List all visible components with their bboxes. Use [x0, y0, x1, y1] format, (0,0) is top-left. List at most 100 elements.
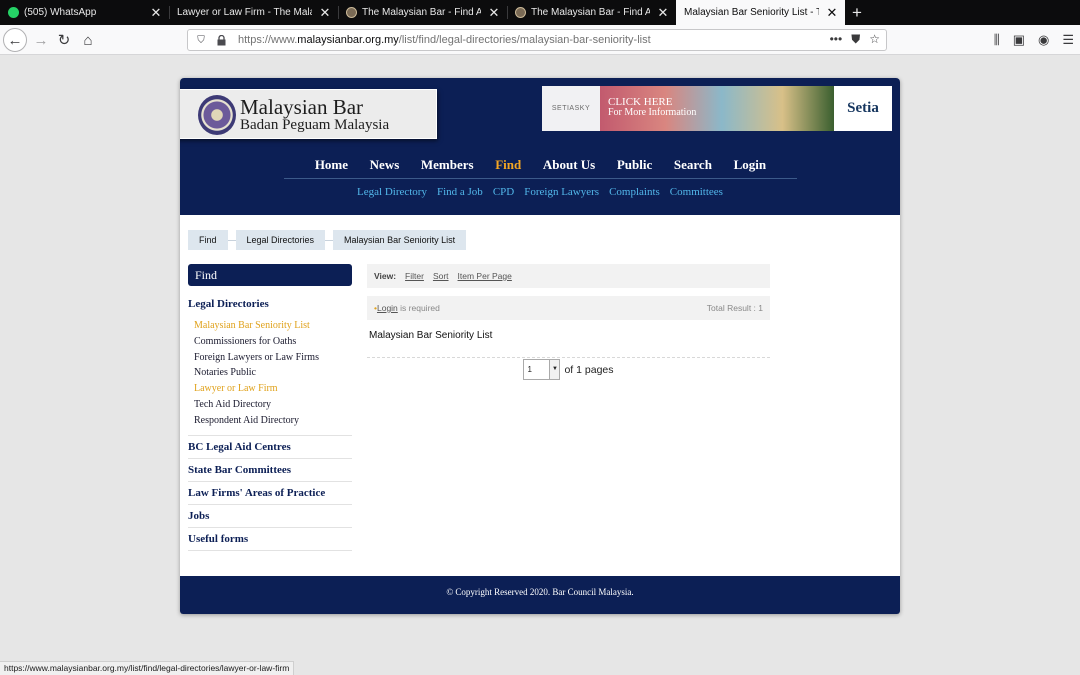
- sidebar-category-legal-aid[interactable]: BC Legal Aid Centres: [188, 434, 352, 458]
- bar-seal-icon: [198, 95, 236, 135]
- site-footer: © Copyright Reserved 2020. Bar Council M…: [180, 576, 900, 614]
- lock-icon[interactable]: [214, 33, 228, 47]
- sidebar-item-seniority-list[interactable]: Malaysian Bar Seniority List: [194, 318, 352, 334]
- banner-brand-left: SETIASKY: [542, 86, 600, 131]
- chevron-down-icon: ▼: [549, 360, 560, 379]
- subnav-find-a-job[interactable]: Find a Job: [437, 186, 483, 198]
- menu-icon[interactable]: ☰: [1062, 32, 1074, 48]
- nav-about-us[interactable]: About Us: [543, 157, 595, 178]
- nav-search[interactable]: Search: [674, 157, 712, 178]
- banner-brand-right: Setia: [834, 86, 892, 131]
- sidebar-item-lawyer-or-law-firm[interactable]: Lawyer or Law Firm: [194, 381, 352, 397]
- close-icon[interactable]: ✕: [656, 6, 670, 19]
- sidebar-category-state-bar[interactable]: State Bar Committees: [188, 457, 352, 481]
- whatsapp-icon: [8, 7, 19, 18]
- sidebar-category-useful-forms[interactable]: Useful forms: [188, 527, 352, 551]
- star-icon[interactable]: ☆: [869, 32, 880, 47]
- close-icon[interactable]: ✕: [487, 6, 501, 19]
- sub-nav: Legal Directory Find a Job CPD Foreign L…: [180, 186, 900, 198]
- main-content: View: Filter Sort Item Per Page •Login i…: [367, 264, 770, 380]
- sidebar-icon[interactable]: ▣: [1013, 32, 1025, 48]
- sidebar-item-foreign-lawyers[interactable]: Foreign Lawyers or Law Firms: [194, 350, 352, 366]
- address-bar[interactable]: ⛉ https://www.malaysianbar.org.my/list/f…: [187, 29, 887, 51]
- pagination: 1 ▼ of 1 pages: [367, 359, 770, 380]
- url-text: https://www.malaysianbar.org.my/list/fin…: [238, 34, 651, 46]
- items-per-page-link[interactable]: Item Per Page: [458, 271, 512, 281]
- more-dots-icon[interactable]: •••: [830, 32, 843, 47]
- subnav-foreign-lawyers[interactable]: Foreign Lawyers: [524, 186, 599, 198]
- breadcrumb-seniority-list[interactable]: Malaysian Bar Seniority List: [333, 230, 467, 250]
- nav-find[interactable]: Find: [495, 157, 521, 178]
- total-result: Total Result : 1: [706, 303, 763, 313]
- sidebar-item-tech-aid[interactable]: Tech Aid Directory: [194, 397, 352, 413]
- back-arrow-icon[interactable]: ←: [3, 28, 27, 52]
- tab-title: Malaysian Bar Seniority List - The M: [684, 7, 819, 18]
- site-header: Malaysian Bar Badan Peguam Malaysia SETI…: [180, 78, 900, 215]
- breadcrumb-separator: [325, 239, 334, 241]
- main-nav: Home News Members Find About Us Public S…: [284, 157, 797, 179]
- account-icon[interactable]: ◉: [1038, 32, 1049, 48]
- page-count: of 1 pages: [564, 363, 614, 376]
- sidebar-item-notaries-public[interactable]: Notaries Public: [194, 365, 352, 381]
- close-icon[interactable]: ✕: [318, 6, 332, 19]
- breadcrumb-separator: [227, 239, 236, 241]
- library-icon[interactable]: ⫼: [994, 32, 1000, 48]
- malaysian-bar-icon: [515, 7, 526, 18]
- sidebar-category-jobs[interactable]: Jobs: [188, 504, 352, 527]
- tab-find-a-lawyer-2[interactable]: The Malaysian Bar - Find A Law ✕: [507, 0, 676, 25]
- toolbar-right: ⫼ ▣ ◉ ☰: [994, 32, 1074, 48]
- sidebar: Find Legal Directories Malaysian Bar Sen…: [188, 264, 352, 551]
- view-label: View:: [374, 271, 397, 281]
- tab-whatsapp[interactable]: (505) WhatsApp ✕: [0, 0, 169, 25]
- breadcrumb-find[interactable]: Find: [188, 230, 228, 250]
- new-tab-icon[interactable]: +: [845, 0, 869, 25]
- login-link[interactable]: Login: [377, 303, 398, 313]
- tab-find-a-lawyer-1[interactable]: The Malaysian Bar - Find A Law ✕: [338, 0, 507, 25]
- subnav-committees[interactable]: Committees: [670, 186, 723, 198]
- tab-title: (505) WhatsApp: [24, 7, 97, 18]
- reload-icon[interactable]: ↻: [52, 28, 76, 52]
- banner-cta: CLICK HERE For More Information: [608, 96, 697, 118]
- list-title: Malaysian Bar Seniority List: [369, 330, 493, 341]
- breadcrumb-legal-directories[interactable]: Legal Directories: [235, 230, 326, 250]
- forward-arrow-icon[interactable]: →: [29, 28, 53, 52]
- close-icon[interactable]: ✕: [149, 6, 163, 19]
- sidebar-list: Malaysian Bar Seniority List Commissione…: [188, 318, 352, 429]
- nav-home[interactable]: Home: [315, 157, 348, 178]
- ad-banner[interactable]: SETIASKY CLICK HERE For More Information …: [542, 86, 892, 131]
- subnav-legal-directory[interactable]: Legal Directory: [357, 186, 427, 198]
- browser-toolbar: ← → ↻ ⌂ ⛉ https://www.malaysianbar.org.m…: [0, 25, 1080, 55]
- tab-seniority-list[interactable]: Malaysian Bar Seniority List - The M ✕: [676, 0, 845, 25]
- divider: [367, 357, 770, 358]
- sidebar-category-areas-of-practice[interactable]: Law Firms' Areas of Practice: [188, 480, 352, 504]
- nav-public[interactable]: Public: [617, 157, 652, 178]
- view-options-bar: View: Filter Sort Item Per Page: [367, 264, 770, 288]
- shield-icon[interactable]: ⛉: [194, 33, 208, 47]
- login-notice: •Login is required: [374, 303, 440, 313]
- nav-news[interactable]: News: [370, 157, 400, 178]
- banner-image: CLICK HERE For More Information: [600, 86, 834, 131]
- sidebar-section-legal-directories[interactable]: Legal Directories: [188, 298, 352, 310]
- pocket-icon[interactable]: ⛊: [851, 32, 860, 47]
- subnav-cpd[interactable]: CPD: [493, 186, 514, 198]
- status-bar-url: https://www.malaysianbar.org.my/list/fin…: [0, 661, 295, 675]
- close-icon[interactable]: ✕: [825, 6, 839, 19]
- login-notice-bar: •Login is required Total Result : 1: [367, 296, 770, 320]
- page-container: Malaysian Bar Badan Peguam Malaysia SETI…: [180, 78, 900, 614]
- page-select[interactable]: 1 ▼: [523, 359, 561, 380]
- breadcrumb: Find Legal Directories Malaysian Bar Sen…: [188, 230, 467, 250]
- site-logo[interactable]: Malaysian Bar Badan Peguam Malaysia: [180, 89, 437, 139]
- sidebar-header: Find: [188, 264, 352, 286]
- sidebar-item-commissioners-for-oaths[interactable]: Commissioners for Oaths: [194, 334, 352, 350]
- nav-login[interactable]: Login: [734, 157, 767, 178]
- logo-subtitle: Badan Peguam Malaysia: [240, 117, 390, 133]
- subnav-complaints[interactable]: Complaints: [609, 186, 660, 198]
- nav-members[interactable]: Members: [421, 157, 474, 178]
- filter-link[interactable]: Filter: [405, 271, 424, 281]
- tab-title: Lawyer or Law Firm - The Malaysian: [177, 7, 312, 18]
- malaysian-bar-icon: [346, 7, 357, 18]
- tab-lawyer-law-firm[interactable]: Lawyer or Law Firm - The Malaysian ✕: [169, 0, 338, 25]
- sort-link[interactable]: Sort: [433, 271, 449, 281]
- home-icon[interactable]: ⌂: [76, 28, 100, 52]
- sidebar-item-respondent-aid[interactable]: Respondent Aid Directory: [194, 413, 352, 429]
